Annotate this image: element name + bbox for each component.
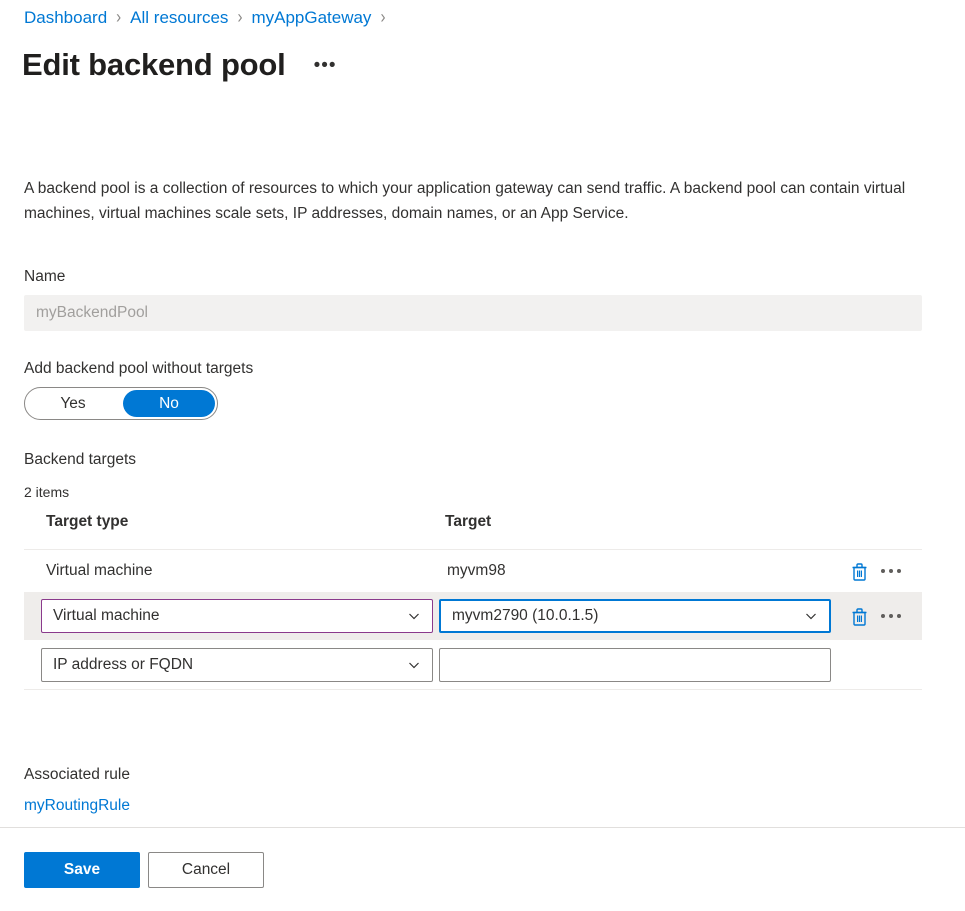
items-count: 2 items <box>24 484 69 500</box>
more-options-icon[interactable]: ••• <box>314 56 337 76</box>
breadcrumb-item-dashboard[interactable]: Dashboard <box>24 6 107 30</box>
breadcrumb: Dashboard › All resources › myAppGateway… <box>24 6 394 30</box>
toggle-option-no[interactable]: No <box>123 390 215 417</box>
table-row[interactable]: Virtual machine myvm98 <box>24 550 922 592</box>
breadcrumb-separator-icon: › <box>380 3 385 33</box>
save-button[interactable]: Save <box>24 852 140 888</box>
row-target-value: myvm2790 (10.0.1.5) <box>452 607 796 625</box>
ellipsis-icon[interactable] <box>880 567 902 575</box>
page-header: Edit backend pool ••• <box>22 45 337 85</box>
edit-backend-pool-page: Dashboard › All resources › myAppGateway… <box>0 0 965 911</box>
table-row[interactable]: Virtual machine myvm2790 (10.0.1.5) <box>24 592 922 640</box>
row-target-type-dropdown[interactable]: Virtual machine <box>41 599 433 633</box>
without-targets-toggle[interactable]: Yes No <box>24 387 218 420</box>
row-actions <box>848 605 912 627</box>
breadcrumb-separator-icon: › <box>237 3 242 33</box>
name-label: Name <box>24 267 65 287</box>
column-header-target-type: Target type <box>24 512 436 532</box>
chevron-down-icon <box>407 609 421 623</box>
trash-icon[interactable] <box>848 560 870 582</box>
new-row-target-input[interactable] <box>439 648 831 682</box>
chevron-down-icon <box>407 658 421 672</box>
row-actions <box>848 560 912 582</box>
table-header-row: Target type Target <box>24 512 922 550</box>
name-input <box>24 295 922 331</box>
page-title: Edit backend pool <box>22 45 286 85</box>
breadcrumb-item-all-resources[interactable]: All resources <box>130 6 228 30</box>
ellipsis-icon[interactable] <box>880 612 902 620</box>
footer-divider <box>0 827 965 828</box>
new-row-target-type-value: IP address or FQDN <box>53 656 399 674</box>
toggle-option-yes[interactable]: Yes <box>27 390 119 417</box>
breadcrumb-item-myappgateway[interactable]: myAppGateway <box>251 6 371 30</box>
associated-rule-link[interactable]: myRoutingRule <box>24 796 130 816</box>
new-row-target-type-dropdown[interactable]: IP address or FQDN <box>41 648 433 682</box>
row-target-dropdown[interactable]: myvm2790 (10.0.1.5) <box>439 599 831 633</box>
column-header-target: Target <box>436 512 836 532</box>
cancel-button[interactable]: Cancel <box>148 852 264 888</box>
row-target-type-value: Virtual machine <box>53 607 399 625</box>
footer-actions: Save Cancel <box>24 852 264 888</box>
chevron-down-icon <box>804 609 818 623</box>
backend-targets-label: Backend targets <box>24 450 136 470</box>
page-description: A backend pool is a collection of resour… <box>24 176 924 227</box>
backend-targets-table: Target type Target Virtual machine myvm9… <box>24 512 922 690</box>
row-target-type-value: Virtual machine <box>46 562 153 579</box>
without-targets-label: Add backend pool without targets <box>24 359 253 379</box>
row-target-value: myvm98 <box>447 562 506 579</box>
table-row[interactable]: IP address or FQDN <box>24 640 922 690</box>
associated-rule-label: Associated rule <box>24 765 130 785</box>
trash-icon[interactable] <box>848 605 870 627</box>
breadcrumb-separator-icon: › <box>116 3 121 33</box>
